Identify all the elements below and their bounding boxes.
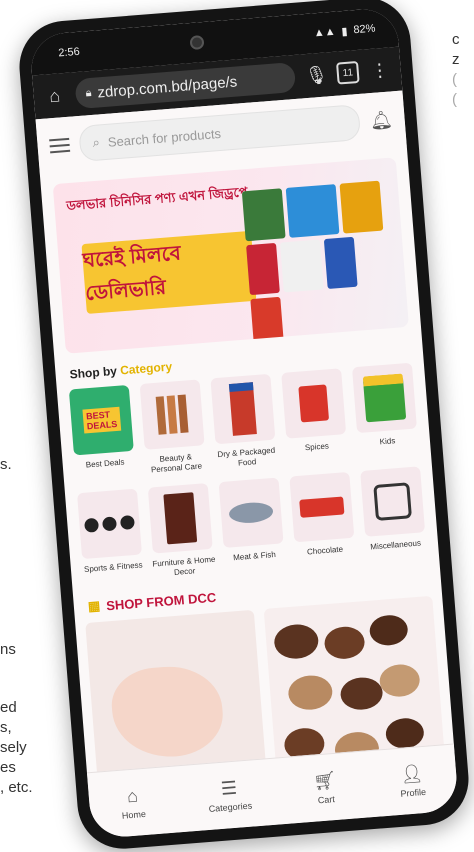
banner-products-image [241, 180, 390, 349]
nav-profile[interactable]: 👤︎ Profile [398, 763, 427, 799]
category-label: Kids [379, 436, 396, 447]
nav-label: Profile [400, 786, 427, 799]
microphone-icon[interactable]: 🎙︎ [304, 64, 328, 87]
nav-label: Categories [208, 800, 253, 814]
category-label: Dry & Packaged Food [217, 445, 276, 468]
search-placeholder: Search for products [107, 125, 222, 150]
background-text-left-1: s. [0, 456, 12, 473]
nav-home[interactable]: ⌂ Home [120, 785, 147, 821]
background-text-left-2: ns [0, 641, 16, 658]
best-deals-icon: BEST DEALS [69, 384, 135, 456]
notification-bell-icon[interactable]: 🔔︎ [369, 109, 393, 132]
background-text-left-3: ed s, sely es , etc. [0, 698, 33, 798]
misc-icon [359, 466, 425, 537]
bg-line: z [452, 51, 460, 68]
shop-by-text: Shop by [69, 363, 118, 382]
fish-icon [218, 477, 284, 548]
category-furniture[interactable]: Furniture & Home Decor [146, 483, 218, 582]
spice-packet-icon [280, 368, 346, 439]
url-text: zdrop.com.bd/page/s [96, 73, 238, 101]
category-label: Furniture & Home Decor [152, 554, 216, 577]
category-sports[interactable]: Sports & Fitness [75, 488, 147, 587]
category-label: Miscellaneous [369, 538, 422, 552]
banner-delivery-badge: ঘরেই মিলবে ডেলিভারি [81, 230, 257, 314]
category-label: Sports & Fitness [83, 560, 143, 574]
phone-screen: 2:56 ▲▲ ▮ 82% ⌂ 🔒︎ zdrop.com.bd/page/s 🎙… [28, 6, 460, 840]
bg-line: ed [0, 699, 17, 716]
bg-line: ( [452, 71, 457, 88]
category-meat-fish[interactable]: Meat & Fish [216, 477, 288, 576]
search-input[interactable]: ⌕ Search for products [78, 104, 362, 162]
background-text-right: c z ( ( [452, 30, 460, 110]
category-beauty[interactable]: Beauty & Personal Care [137, 379, 209, 478]
tabs-icon[interactable]: 11 [336, 60, 360, 85]
nav-categories[interactable]: ☰ Categories [206, 777, 252, 814]
battery-icon: ▮ [341, 25, 349, 38]
nav-cart[interactable]: 🛒︎ Cart [313, 770, 338, 806]
cart-icon: 🛒︎ [312, 769, 338, 792]
cabinet-icon [147, 483, 213, 554]
status-icons: ▲▲ ▮ 82% [313, 22, 376, 40]
bottles-icon [139, 379, 205, 450]
diapers-icon [351, 362, 417, 434]
category-grid: BEST DEALS Best Deals Beauty & Personal C… [57, 362, 439, 588]
banner-headline: ডলভার চিনিসির পণ্য এখন জিড্রপে [65, 184, 248, 214]
category-misc[interactable]: Miscellaneous [357, 466, 429, 565]
more-vert-icon[interactable]: ⋮ [368, 59, 392, 82]
bg-line: sely [0, 739, 27, 756]
bg-line: s, [0, 719, 12, 736]
promo-banner[interactable]: ডলভার চিনিসির পণ্য এখন জিড্রপে ঘরেই মিলব… [52, 157, 409, 354]
categories-icon: ☰ [220, 777, 238, 799]
category-label: Beauty & Personal Care [150, 452, 203, 475]
home-icon: ⌂ [126, 785, 139, 807]
battery-percent: 82% [353, 22, 376, 37]
packet-icon [210, 373, 276, 445]
category-chocolate[interactable]: Chocolate [287, 471, 359, 571]
category-dry-food[interactable]: Dry & Packaged Food [208, 373, 280, 473]
category-label: Best Deals [85, 457, 125, 470]
phone-frame: 2:56 ▲▲ ▮ 82% ⌂ 🔒︎ zdrop.com.bd/page/s 🎙… [16, 0, 472, 852]
category-spices[interactable]: Spices [279, 368, 351, 467]
bg-line: c [452, 31, 460, 48]
home-browser-icon[interactable]: ⌂ [43, 85, 67, 108]
search-icon: ⌕ [91, 134, 101, 150]
signal-icon: ▲▲ [313, 25, 336, 40]
category-kids[interactable]: Kids [349, 362, 421, 461]
category-label: Chocolate [306, 544, 344, 557]
bg-line: ( [452, 91, 457, 108]
camera-icon [189, 35, 205, 51]
category-best-deals[interactable]: BEST DEALS Best Deals [67, 384, 139, 484]
nav-label: Cart [317, 794, 336, 806]
bg-line: , etc. [0, 779, 33, 796]
shop-by-accent: Category [119, 359, 173, 378]
shop-store-icon: ▦ [87, 597, 101, 614]
hamburger-menu-icon[interactable] [49, 134, 71, 158]
category-label: Spices [304, 441, 330, 453]
status-time: 2:56 [57, 45, 81, 60]
nav-label: Home [121, 808, 147, 821]
category-label: Meat & Fish [232, 549, 277, 563]
bg-line: es [0, 759, 16, 776]
lock-icon: 🔒︎ [85, 86, 92, 99]
shop-from-text: SHOP FROM DCC [105, 589, 217, 613]
profile-icon: 👤︎ [399, 763, 424, 785]
dumbbells-icon [77, 488, 143, 560]
chocolate-icon [289, 471, 355, 543]
